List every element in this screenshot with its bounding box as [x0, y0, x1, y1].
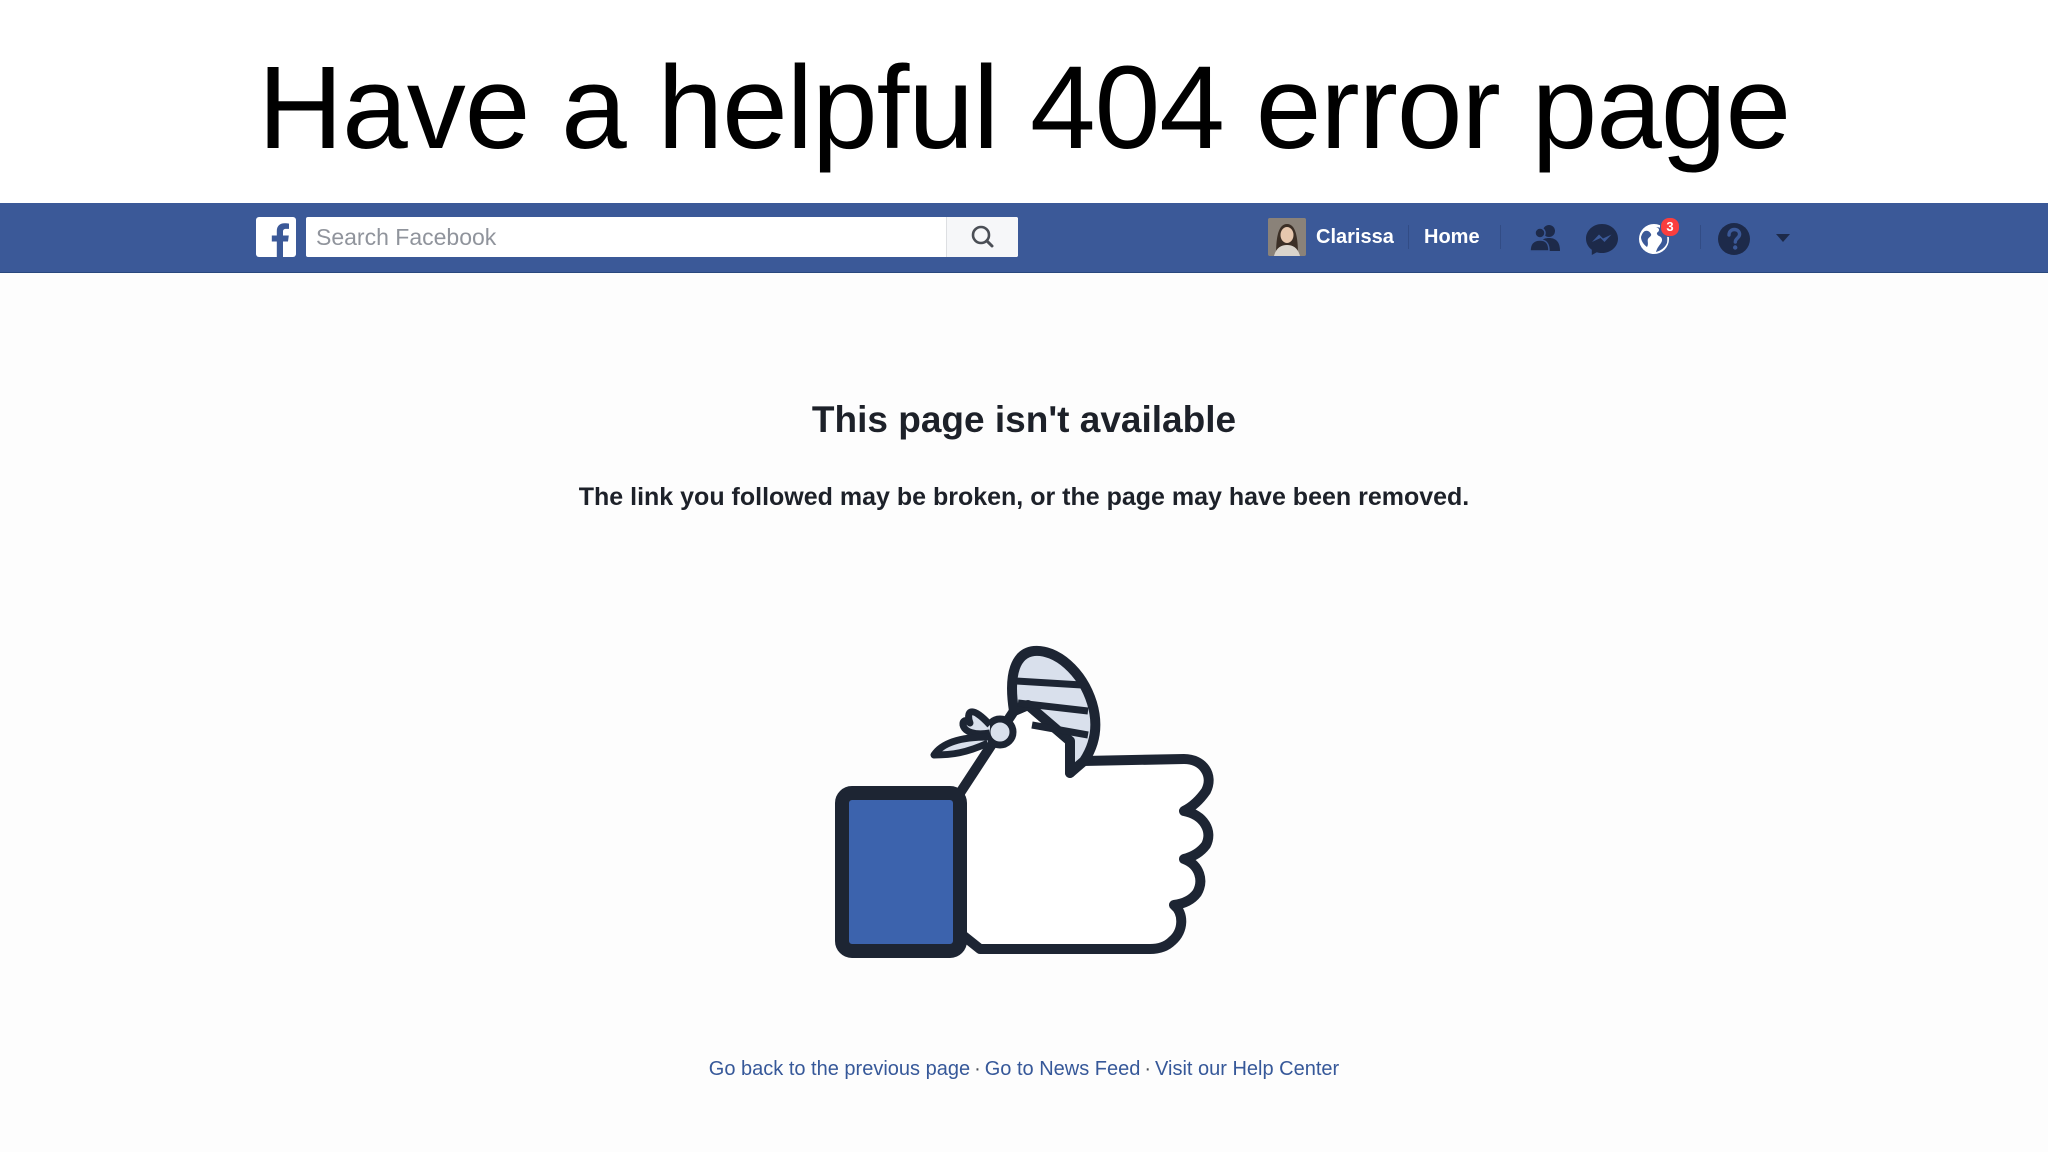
messenger-icon[interactable]: [1584, 221, 1620, 257]
nav-divider: [1408, 225, 1409, 249]
profile-name: Clarissa: [1316, 225, 1394, 248]
search-box: [306, 217, 1018, 257]
friends-icon[interactable]: [1528, 221, 1564, 257]
link-separator: ·: [1144, 1058, 1152, 1080]
search-input[interactable]: [306, 217, 946, 257]
home-link[interactable]: Home: [1424, 217, 1480, 257]
error-message: The link you followed may be broken, or …: [578, 483, 1470, 511]
help-center-link[interactable]: Visit our Help Center: [1155, 1058, 1339, 1080]
footer-links: Go back to the previous page · Go to News …: [0, 1058, 2048, 1081]
nav-divider: [1500, 225, 1501, 249]
search-button[interactable]: [946, 217, 1018, 257]
nav-divider: [1700, 225, 1701, 249]
caret-down-icon[interactable]: [1770, 221, 1806, 257]
profile-link[interactable]: Clarissa: [1268, 217, 1394, 257]
question-icon[interactable]: [1716, 221, 1752, 257]
notification-count-badge: 3: [1660, 217, 1680, 237]
link-separator: ·: [974, 1058, 981, 1080]
news-feed-link[interactable]: Go to News Feed: [985, 1058, 1141, 1080]
top-navigation-bar: Clarissa Home 3: [0, 203, 2048, 273]
bandaged-thumbs-up-icon: [820, 593, 1240, 983]
facebook-logo-icon[interactable]: [256, 217, 296, 257]
error-title: This page isn't available: [811, 399, 1237, 440]
slide-title: Have a helpful 404 error page: [257, 42, 1791, 174]
avatar: [1268, 218, 1306, 256]
facebook-error-screenshot: Clarissa Home 3: [0, 203, 2048, 1152]
search-icon: [971, 225, 994, 248]
previous-page-link[interactable]: Go back to the previous page: [709, 1058, 970, 1080]
